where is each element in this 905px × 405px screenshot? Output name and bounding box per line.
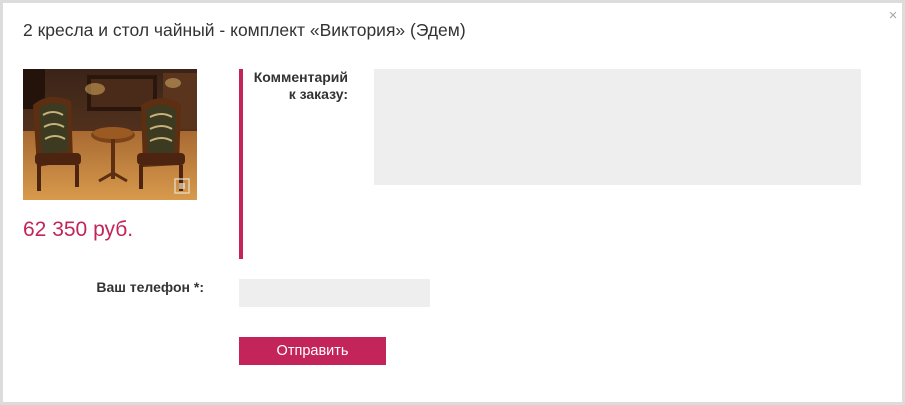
comment-label: Комментарий к заказу: bbox=[243, 69, 348, 103]
modal-title: 2 кресла и стол чайный - комплект «Викто… bbox=[23, 20, 466, 40]
close-icon[interactable]: × bbox=[885, 8, 901, 24]
submit-button[interactable]: Отправить bbox=[239, 337, 386, 365]
phone-input[interactable] bbox=[239, 279, 430, 307]
phone-label: Ваш телефон *: bbox=[96, 279, 204, 295]
product-price: 62 350 руб. bbox=[23, 218, 134, 241]
comment-label-line1: Комментарий bbox=[253, 69, 348, 85]
product-image[interactable] bbox=[23, 69, 197, 200]
comment-field[interactable] bbox=[374, 69, 861, 185]
order-modal: × 2 кресла и стол чайный - комплект «Вик… bbox=[0, 0, 905, 405]
comment-label-line2: к заказу: bbox=[288, 86, 348, 102]
